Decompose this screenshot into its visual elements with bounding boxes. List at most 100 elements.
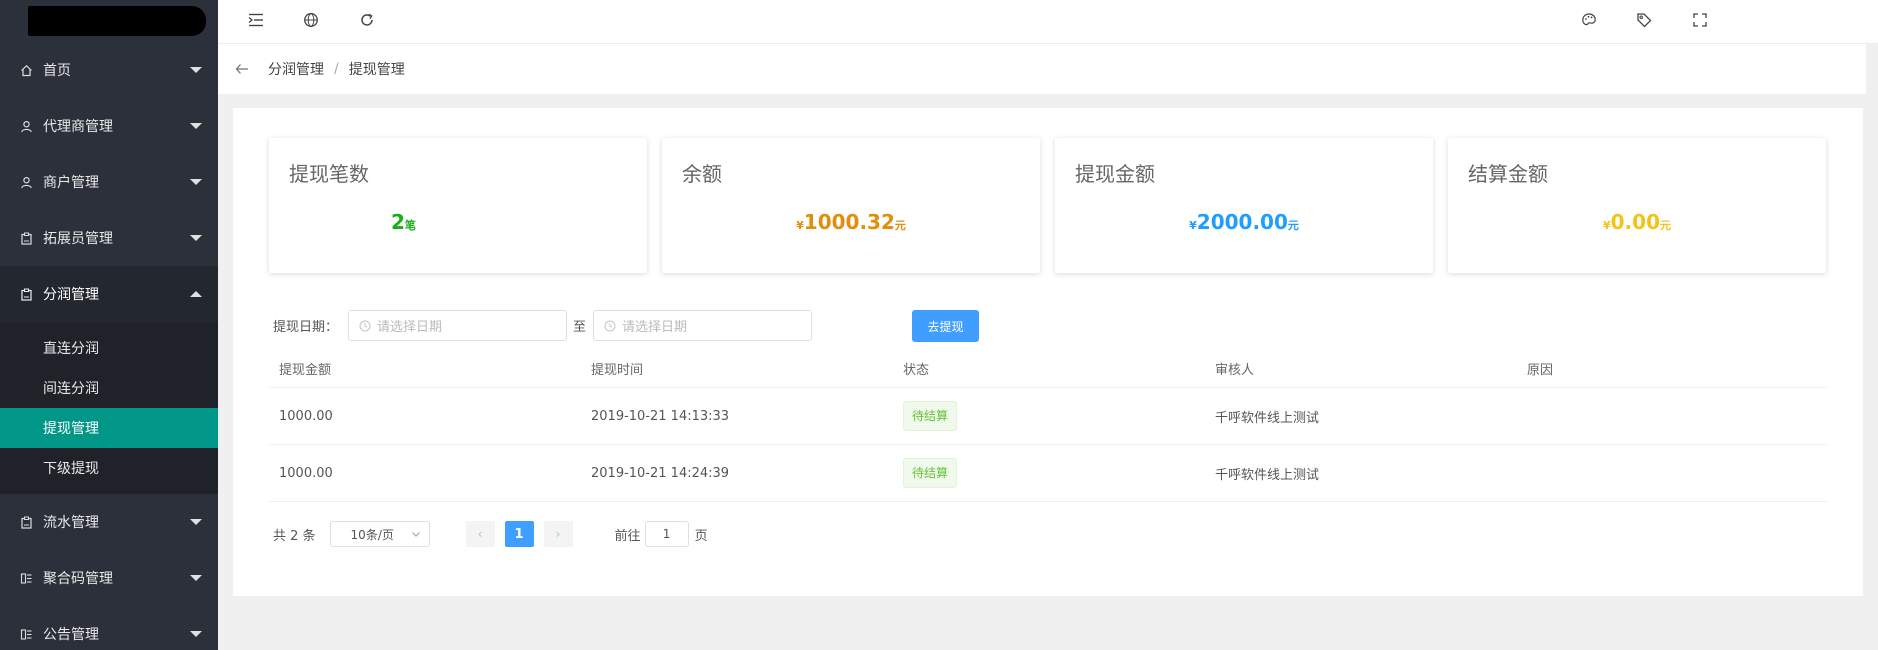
cell-status: 待结算 [893, 401, 1205, 431]
card-value: ¥2000.00元 [1055, 210, 1433, 234]
cell-status: 待结算 [893, 458, 1205, 488]
sidebar-subitem-subordinate-withdraw[interactable]: 下级提现 [0, 448, 218, 488]
pagination-total: 共 2 条 [273, 528, 316, 544]
withdraw-table: 提现金额 提现时间 状态 审核人 原因 1000.00 2019-10-21 1… [269, 350, 1827, 502]
chevron-down-icon [190, 179, 202, 185]
cell-amount: 1000.00 [279, 408, 333, 424]
clipboard-icon [19, 231, 33, 245]
sidebar-subitem-direct-profit[interactable]: 直连分润 [0, 328, 218, 368]
sidebar-subitem-withdraw-management[interactable]: 提现管理 [0, 408, 218, 448]
sidebar-item-label: 聚合码管理 [43, 571, 113, 587]
logo-redacted-block [28, 6, 206, 36]
value-unit: 笔 [404, 219, 416, 232]
breadcrumb-separator: / [334, 61, 339, 77]
sidebar-item-announcement[interactable]: 公告管理 [0, 606, 218, 650]
sidebar-item-label: 流水管理 [43, 515, 99, 531]
sidebar-item-merchant[interactable]: 商户管理 [0, 154, 218, 210]
column-header-time: 提现时间 [591, 363, 644, 378]
qrcode-icon [19, 571, 33, 585]
column-header-reason: 原因 [1527, 363, 1554, 378]
value-unit: 元 [1660, 219, 1671, 232]
breadcrumb-bar: 分润管理 / 提现管理 [218, 44, 1878, 94]
end-date-input[interactable]: 请选择日期 [593, 310, 812, 341]
sidebar-item-aggregate-code[interactable]: 聚合码管理 [0, 550, 218, 606]
chevron-up-icon [190, 291, 202, 297]
page-number-current[interactable]: 1 [504, 521, 534, 547]
table-row: 1000.00 2019-10-21 14:13:33 待结算 千呼软件线上测试 [269, 388, 1827, 445]
prev-page-button[interactable]: ‹ [465, 521, 495, 547]
sidebar-item-label: 首页 [43, 63, 71, 79]
sidebar-item-label: 公告管理 [43, 627, 99, 643]
vertical-scrollbar[interactable] [1866, 44, 1878, 650]
sidebar-subitem-indirect-profit[interactable]: 间连分润 [0, 368, 218, 408]
pagination: 共 2 条 10条/页 ‹ 1 › 前往 页 [273, 521, 708, 547]
fullscreen-icon[interactable] [1689, 9, 1711, 31]
breadcrumb-item-profit-sharing[interactable]: 分润管理 [268, 59, 324, 79]
cell-amount: 1000.00 [279, 465, 333, 481]
column-header-status: 状态 [903, 363, 930, 378]
sidebar-item-label: 商户管理 [43, 175, 99, 191]
sidebar-item-transactions[interactable]: 流水管理 [0, 494, 218, 550]
chevron-down-icon [190, 575, 202, 581]
clipboard-icon [19, 287, 33, 301]
collapse-menu-icon[interactable] [245, 9, 267, 31]
next-page-button[interactable]: › [543, 521, 573, 547]
cell-auditor: 千呼软件线上测试 [1215, 410, 1320, 426]
cell-time: 2019-10-21 14:24:39 [591, 465, 730, 481]
sidebar-item-label: 分润管理 [43, 287, 99, 303]
cell-auditor: 千呼软件线上测试 [1215, 467, 1320, 483]
start-date-input[interactable]: 请选择日期 [348, 310, 567, 341]
value-unit: 元 [1287, 219, 1299, 232]
goto-page-input[interactable] [644, 521, 689, 547]
page-size-select[interactable]: 10条/页 [329, 521, 430, 547]
page-unit-label: 页 [694, 528, 708, 544]
column-header-amount: 提现金额 [279, 363, 332, 378]
sidebar: 首页 代理商管理 商户管理 拓展员管理 分润管理 直连分润 间连分润 提现管理 … [0, 0, 218, 650]
stat-card-withdraw-count: 提现笔数 2笔 [269, 138, 647, 273]
qrcode-icon [19, 627, 33, 641]
palette-icon[interactable] [1578, 9, 1600, 31]
column-header-auditor: 审核人 [1215, 363, 1255, 378]
user-icon [19, 175, 33, 189]
sidebar-item-profit-sharing[interactable]: 分润管理 [0, 266, 218, 322]
tag-icon[interactable] [1633, 9, 1655, 31]
sidebar-item-agent[interactable]: 代理商管理 [0, 98, 218, 154]
goto-label: 前往 [614, 528, 641, 544]
status-badge: 待结算 [903, 401, 958, 431]
currency-prefix: ¥ [796, 219, 804, 232]
value-number: 2 [391, 210, 405, 234]
chevron-down-icon [190, 631, 202, 637]
table-row: 1000.00 2019-10-21 14:24:39 待结算 千呼软件线上测试 [269, 445, 1827, 502]
refresh-icon[interactable] [356, 9, 378, 31]
clock-icon [359, 320, 371, 332]
chevron-down-icon [190, 235, 202, 241]
chevron-down-icon [190, 67, 202, 73]
submenu-profit-sharing: 直连分润 间连分润 提现管理 下级提现 [0, 322, 218, 494]
end-date-placeholder: 请选择日期 [622, 320, 688, 335]
stat-card-withdraw-amount: 提现金额 ¥2000.00元 [1055, 138, 1433, 273]
sidebar-item-promoter[interactable]: 拓展员管理 [0, 210, 218, 266]
sidebar-item-home[interactable]: 首页 [0, 42, 218, 98]
back-arrow-icon[interactable] [232, 63, 252, 75]
card-title: 提现金额 [1075, 162, 1155, 186]
card-value: ¥0.00元 [1448, 210, 1826, 234]
currency-prefix: ¥ [1189, 219, 1197, 232]
top-header [218, 0, 1878, 44]
globe-icon[interactable] [300, 9, 322, 31]
chevron-down-icon [190, 519, 202, 525]
card-title: 余额 [682, 162, 722, 186]
stat-card-balance: 余额 ¥1000.32元 [662, 138, 1040, 273]
chevron-down-icon [411, 527, 421, 541]
card-title: 提现笔数 [289, 162, 369, 186]
start-date-placeholder: 请选择日期 [377, 320, 443, 335]
cell-time: 2019-10-21 14:13:33 [591, 408, 730, 424]
chevron-down-icon [190, 123, 202, 129]
withdraw-button[interactable]: 去提现 [912, 310, 979, 342]
status-badge: 待结算 [903, 458, 958, 488]
breadcrumb-item-withdraw-management: 提现管理 [348, 62, 405, 78]
date-range-separator: 至 [573, 320, 587, 335]
table-header-row: 提现金额 提现时间 状态 审核人 原因 [269, 350, 1827, 388]
value-number: 0.00 [1610, 210, 1660, 234]
logo [0, 0, 218, 42]
nav-menu: 首页 代理商管理 商户管理 拓展员管理 分润管理 直连分润 间连分润 提现管理 … [0, 42, 218, 650]
